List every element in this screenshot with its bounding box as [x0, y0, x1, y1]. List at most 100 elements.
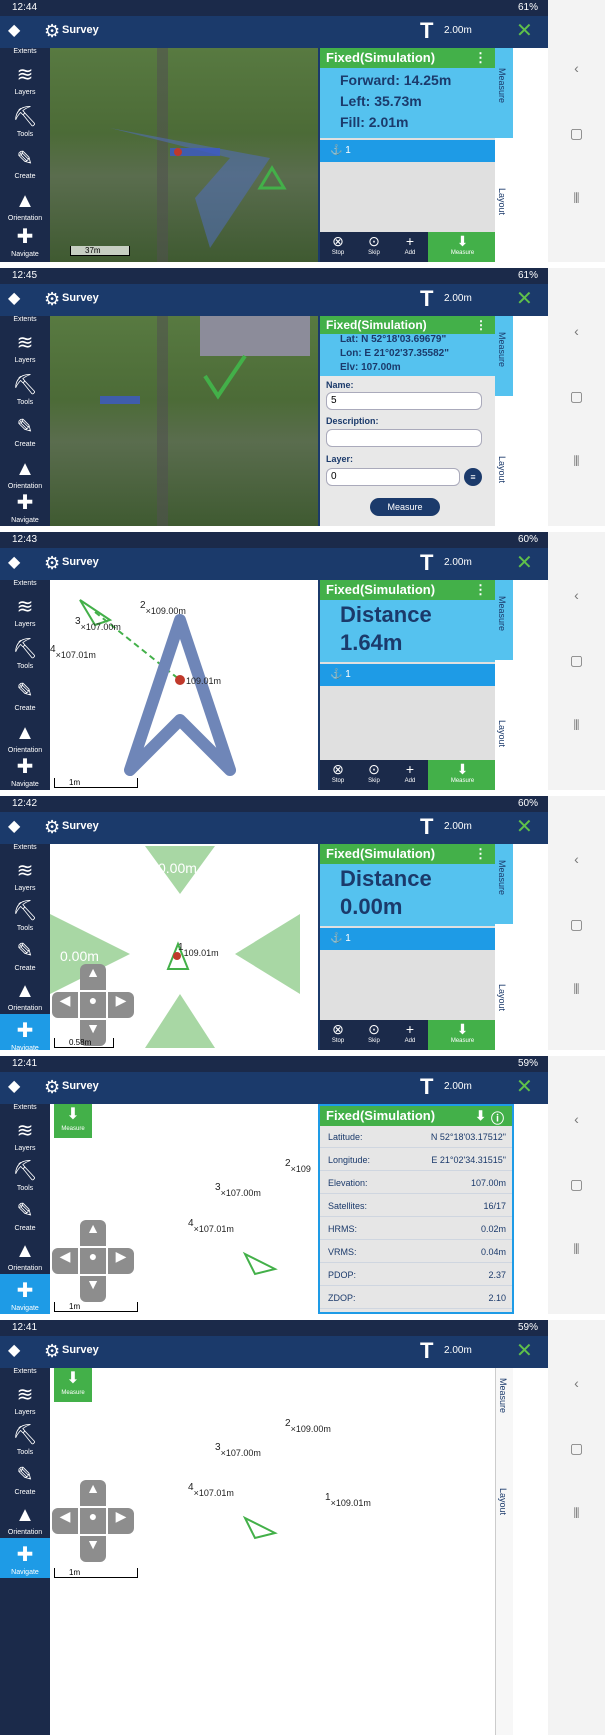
app-logo-icon[interactable]: ◆	[8, 290, 26, 308]
recents-icon[interactable]: ⦀	[548, 1241, 605, 1258]
dpad-right-icon[interactable]: ▶	[108, 1508, 134, 1534]
sidebar-item-layers[interactable]: ≋ Layers	[0, 1114, 50, 1158]
sidebar-item-layers[interactable]: ≋ Layers	[0, 854, 50, 898]
sidebar-item-extents[interactable]: Extents	[0, 316, 50, 326]
tab-layout[interactable]: Layout	[497, 984, 507, 1011]
back-icon[interactable]: ‹	[548, 60, 605, 76]
app-logo-icon[interactable]: ◆	[8, 1078, 26, 1096]
sidebar-item-create[interactable]: ✎ Create	[0, 674, 50, 718]
add-button[interactable]: + Add	[392, 760, 428, 790]
home-icon[interactable]: ▢	[548, 125, 605, 142]
layer-row[interactable]: ⚓ 1	[320, 928, 495, 950]
layer-row[interactable]: ⚓ 1	[320, 140, 495, 162]
info-icon[interactable]: ⓘ	[491, 1108, 504, 1127]
download-icon[interactable]: ⬇	[475, 1108, 486, 1124]
measure-button[interactable]: ⬇ Measure	[428, 232, 497, 262]
back-icon[interactable]: ‹	[548, 851, 605, 867]
home-icon[interactable]: ▢	[548, 1440, 605, 1457]
stop-button[interactable]: ⊗ Stop	[320, 232, 356, 262]
app-logo-icon[interactable]: ◆	[8, 554, 26, 572]
sidebar-item-orientation[interactable]: ▲ Orientation	[0, 974, 50, 1018]
kebab-menu-icon[interactable]: ⋮	[474, 846, 487, 862]
sidebar-item-extents[interactable]: Extents	[0, 580, 50, 590]
sidebar-item-tools[interactable]: ⛏ Tools	[0, 100, 50, 144]
gear-icon[interactable]: ⚙	[44, 1341, 60, 1361]
sidebar-item-extents[interactable]: Extents	[0, 844, 50, 854]
tab-layout[interactable]: Layout	[497, 188, 507, 215]
stop-button[interactable]: ⊗ Stop	[320, 760, 356, 790]
sidebar-item-layers[interactable]: ≋ Layers	[0, 58, 50, 102]
sidebar-item-extents[interactable]: Extents	[0, 48, 50, 58]
sidebar-item-navigate[interactable]: ✚ Navigate	[0, 1274, 50, 1314]
gear-icon[interactable]: ⚙	[44, 1077, 60, 1097]
sidebar-item-layers[interactable]: ≋ Layers	[0, 326, 50, 370]
gear-icon[interactable]: ⚙	[44, 289, 60, 309]
measure-button[interactable]: ⬇ Measure	[428, 1020, 497, 1050]
sidebar-item-layers[interactable]: ≋ Layers	[0, 590, 50, 634]
tab-measure[interactable]: Measure	[495, 580, 513, 660]
sidebar-item-navigate[interactable]: ✚ Navigate	[0, 220, 50, 262]
layer-list-icon[interactable]: ≡	[464, 468, 482, 486]
dpad-center-icon[interactable]: ●	[80, 1248, 106, 1274]
dpad-control[interactable]: ▲ ◀ ● ▶ ▼	[52, 1220, 134, 1302]
sidebar-item-tools[interactable]: ⛏ Tools	[0, 368, 50, 412]
tab-layout[interactable]: Layout	[498, 1488, 508, 1515]
dpad-left-icon[interactable]: ◀	[52, 1508, 78, 1534]
home-icon[interactable]: ▢	[548, 1176, 605, 1193]
sidebar-item-create[interactable]: ✎ Create	[0, 1194, 50, 1238]
sidebar-item-navigate[interactable]: ✚ Navigate	[0, 1538, 50, 1578]
sidebar-item-extents[interactable]: Extents	[0, 1104, 50, 1114]
antenna-icon[interactable]: T	[420, 552, 433, 574]
sidebar-item-tools[interactable]: ⛏ Tools	[0, 894, 50, 938]
satellite-icon[interactable]: ✕	[516, 552, 533, 574]
antenna-icon[interactable]: T	[420, 1076, 433, 1098]
map-view[interactable]: 37m	[50, 48, 318, 262]
sidebar-item-create[interactable]: ✎ Create	[0, 934, 50, 978]
sidebar-item-navigate[interactable]: ✚ Navigate	[0, 750, 50, 790]
kebab-menu-icon[interactable]: ⋮	[474, 582, 487, 598]
sidebar-item-navigate[interactable]: ✚ Navigate	[0, 1014, 50, 1050]
map-view[interactable]: 0.00m 0.00m 1109.01m ▲ ◀ ● ▶ ▼ 0.58m	[50, 844, 318, 1050]
dpad-control[interactable]: ▲ ◀ ● ▶ ▼	[52, 964, 134, 1046]
home-icon[interactable]: ▢	[548, 652, 605, 669]
dpad-down-icon[interactable]: ▼	[80, 1276, 106, 1302]
recents-icon[interactable]: ⦀	[548, 453, 605, 470]
satellite-icon[interactable]: ✕	[516, 288, 533, 310]
antenna-icon[interactable]: T	[420, 288, 433, 310]
skip-button[interactable]: ⊙ Skip	[356, 760, 392, 790]
antenna-icon[interactable]: T	[420, 1340, 433, 1362]
map-view[interactable]	[50, 316, 318, 526]
back-icon[interactable]: ‹	[548, 323, 605, 339]
sidebar-item-create[interactable]: ✎ Create	[0, 410, 50, 454]
sidebar-item-navigate[interactable]: ✚ Navigate	[0, 486, 50, 526]
tab-measure[interactable]: Measure	[495, 844, 513, 924]
kebab-menu-icon[interactable]: ⋮	[474, 50, 487, 66]
dpad-center-icon[interactable]: ●	[80, 992, 106, 1018]
map-view[interactable]: ⬇ Measure 2×109 3×107.00m 4×107.01m ▲ ◀ ●…	[50, 1104, 318, 1314]
sidebar-item-create[interactable]: ✎ Create	[0, 1458, 50, 1502]
back-icon[interactable]: ‹	[548, 1111, 605, 1127]
description-field[interactable]	[326, 429, 482, 447]
satellite-icon[interactable]: ✕	[516, 1340, 533, 1362]
recents-icon[interactable]: ⦀	[548, 717, 605, 734]
recents-icon[interactable]: ⦀	[548, 981, 605, 998]
sidebar-item-tools[interactable]: ⛏ Tools	[0, 1418, 50, 1462]
point-2-label[interactable]: 2×109.00m	[140, 600, 186, 617]
kebab-menu-icon[interactable]: ⋮	[475, 318, 487, 332]
gear-icon[interactable]: ⚙	[44, 553, 60, 573]
home-icon[interactable]: ▢	[548, 916, 605, 933]
tab-layout[interactable]: Layout	[497, 720, 507, 747]
satellite-icon[interactable]: ✕	[516, 1076, 533, 1098]
home-icon[interactable]: ▢	[548, 388, 605, 405]
layer-field[interactable]: 0	[326, 468, 460, 486]
app-logo-icon[interactable]: ◆	[8, 818, 26, 836]
add-button[interactable]: + Add	[392, 1020, 428, 1050]
measure-button[interactable]: Measure	[370, 498, 440, 516]
dpad-left-icon[interactable]: ◀	[52, 992, 78, 1018]
stop-button[interactable]: ⊗ Stop	[320, 1020, 356, 1050]
dpad-right-icon[interactable]: ▶	[108, 992, 134, 1018]
map-view[interactable]: ⬇ Measure 2×109.00m 3×107.00m 4×107.01m 1…	[50, 1368, 495, 1735]
add-button[interactable]: + Add	[392, 232, 428, 262]
skip-button[interactable]: ⊙ Skip	[356, 232, 392, 262]
tab-measure[interactable]: Measure	[498, 1378, 508, 1413]
